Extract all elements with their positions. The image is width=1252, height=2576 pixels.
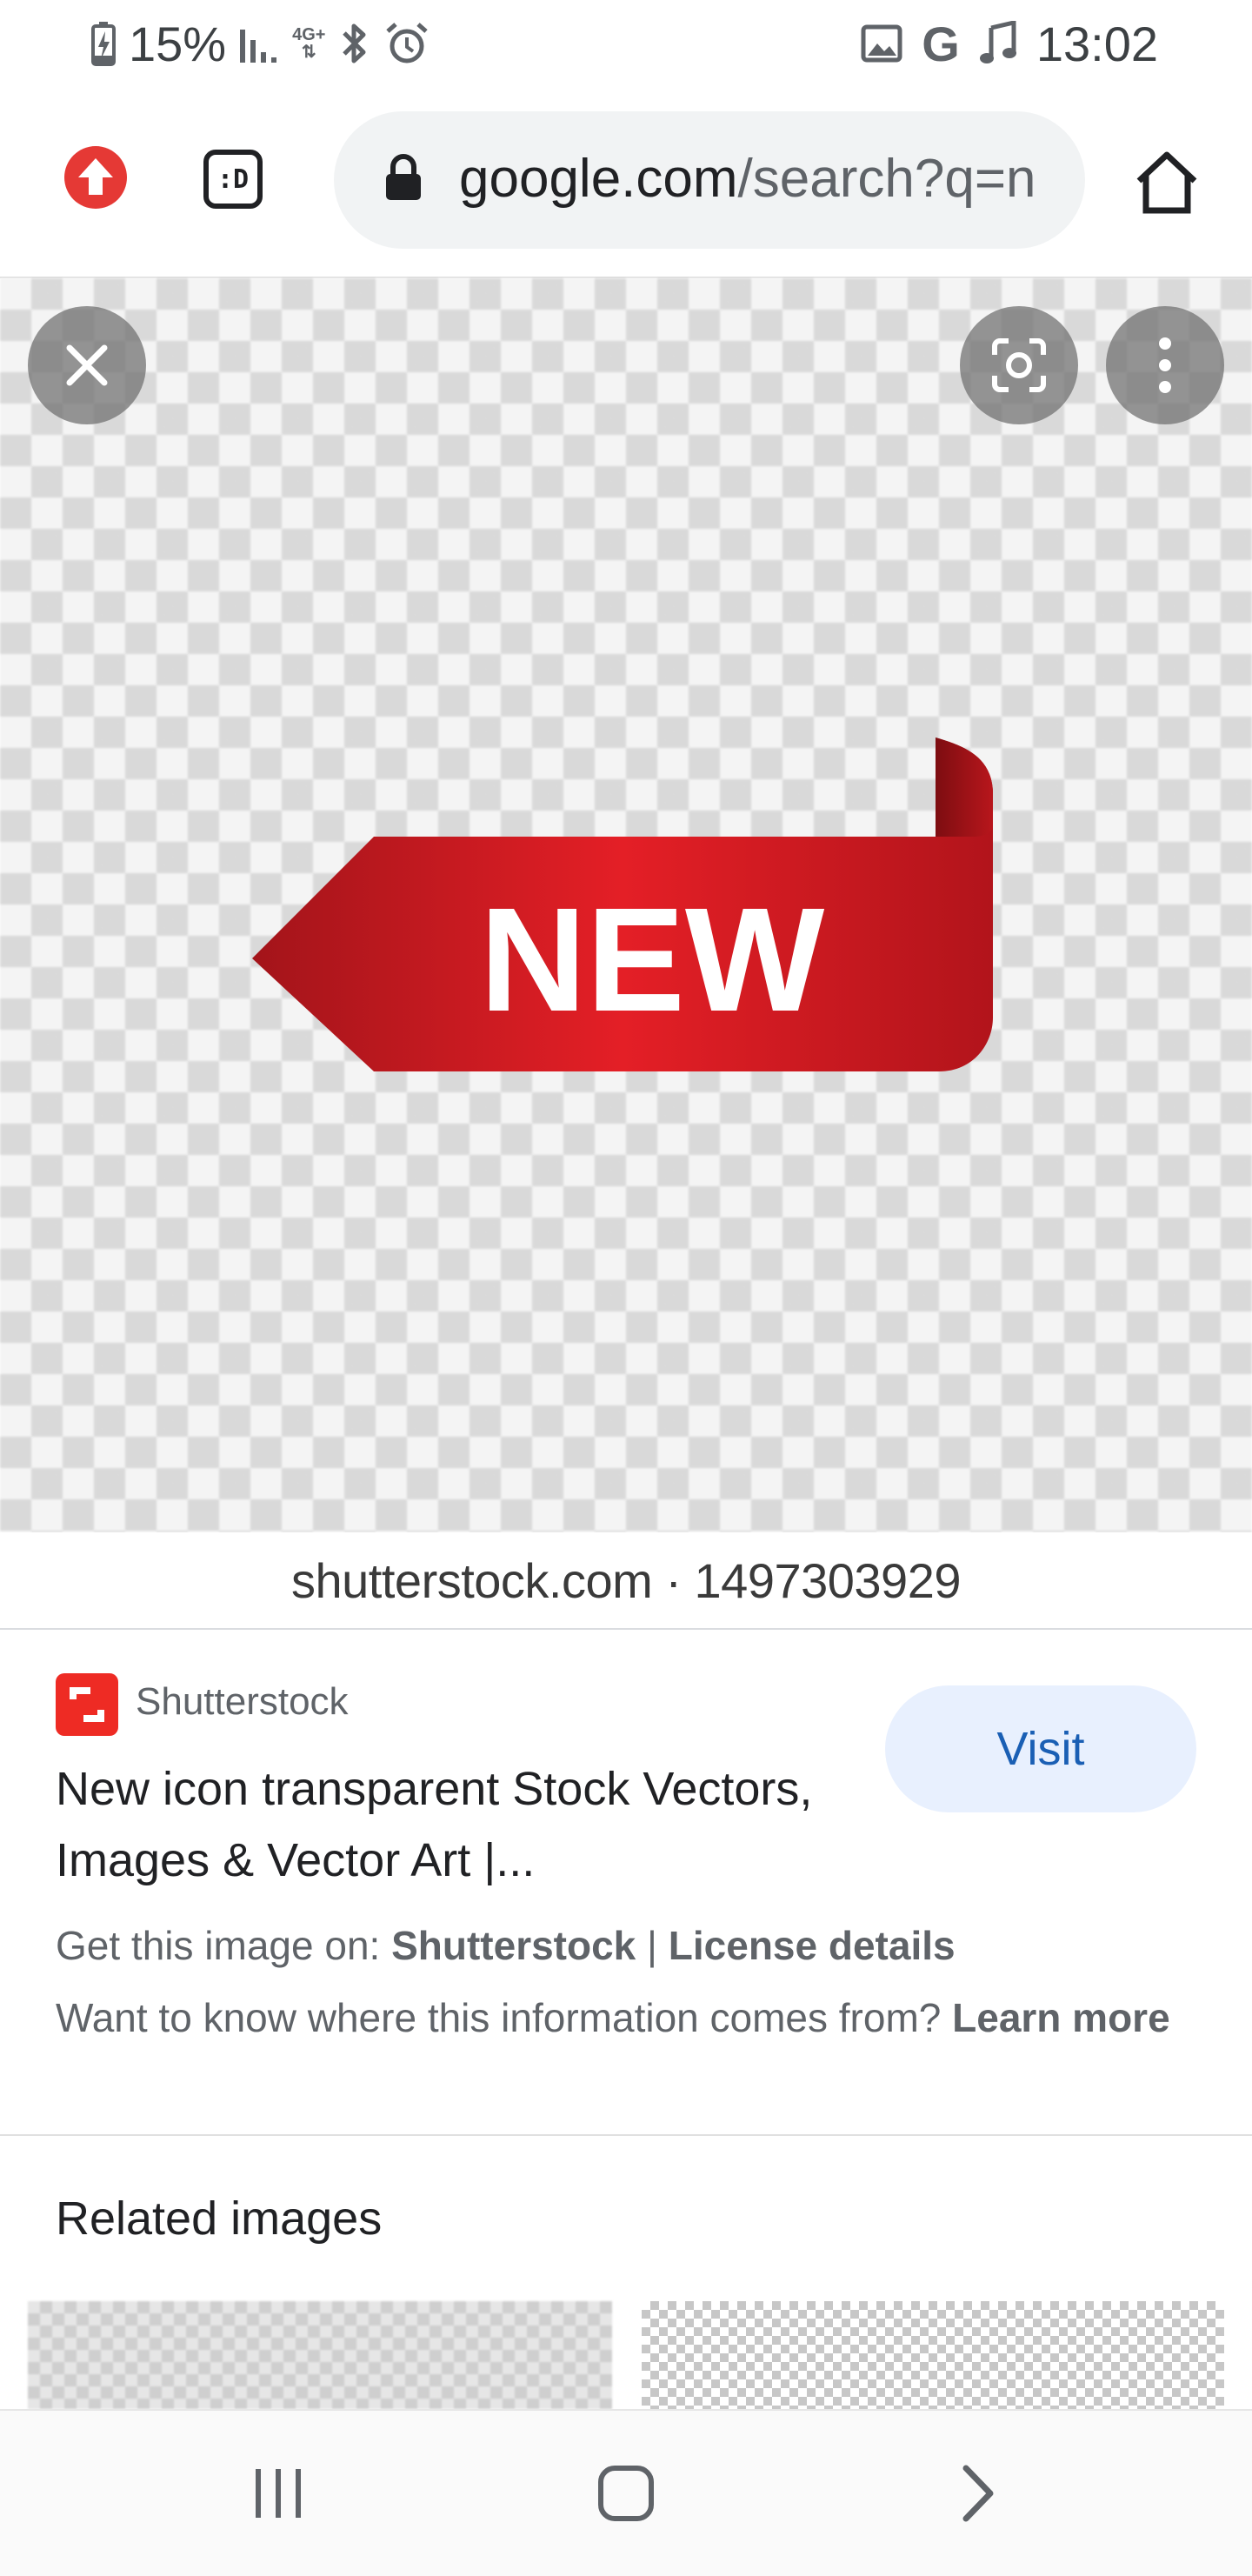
- music-note-icon: [979, 21, 1017, 66]
- result-info-panel: Shutterstock Visit New icon transparent …: [0, 1630, 1252, 2136]
- info-question: Want to know where this information come…: [56, 1995, 953, 2040]
- status-right: G 13:02: [861, 12, 1158, 75]
- url-text[interactable]: google.com/search?q=n: [459, 144, 1068, 214]
- status-left: 15% 4G+ ⇅: [90, 12, 430, 75]
- result-title[interactable]: New icon transparent Stock Vectors, Imag…: [56, 1753, 838, 1896]
- license-details-link[interactable]: License details: [669, 1923, 956, 1968]
- bluetooth-icon: [337, 21, 372, 66]
- separator: |: [636, 1923, 669, 1968]
- new-ribbon-image: NEW: [243, 731, 1009, 1078]
- signal-strength-icon: [238, 23, 280, 64]
- close-icon: [66, 344, 108, 386]
- more-options-button[interactable]: [1106, 306, 1224, 424]
- related-images-heading: Related images: [56, 2192, 383, 2245]
- url-host: google.com: [459, 149, 738, 209]
- status-bar: 15% 4G+ ⇅ G 13:02: [0, 0, 1252, 87]
- google-lens-icon: [992, 338, 1046, 392]
- network-type: 4G+ ⇅: [292, 26, 325, 61]
- more-vert-icon: [1159, 337, 1171, 393]
- tab-switcher-icon[interactable]: :D: [203, 150, 263, 209]
- system-nav-bar: [0, 2409, 1252, 2576]
- battery-percent: 15%: [129, 16, 227, 71]
- alarm-icon: [384, 21, 430, 66]
- home-icon[interactable]: [1132, 150, 1202, 216]
- ribbon-text: NEW: [480, 878, 825, 1043]
- home-nav-button[interactable]: [583, 2454, 669, 2533]
- address-bar[interactable]: google.com/search?q=n: [334, 111, 1085, 249]
- network-type-label: 4G+: [292, 25, 326, 44]
- source-name: Shutterstock: [136, 1680, 349, 1723]
- get-image-source-link[interactable]: Shutterstock: [391, 1923, 636, 1968]
- browser-toolbar: :D google.com/search?q=n: [0, 87, 1252, 278]
- google-g-icon: G: [922, 16, 960, 71]
- learn-more-link[interactable]: Learn more: [952, 1995, 1170, 2040]
- image-credit: shutterstock.com · 1497303929: [291, 1552, 961, 1608]
- recent-apps-button[interactable]: [235, 2454, 322, 2533]
- battery-charging-icon: [90, 21, 117, 66]
- forward-nav-button[interactable]: [934, 2454, 1021, 2533]
- related-image-thumbnail[interactable]: [642, 2301, 1224, 2409]
- visit-button[interactable]: Visit: [885, 1685, 1196, 1812]
- recent-apps-icon: [256, 2469, 301, 2518]
- get-image-prefix: Get this image on:: [56, 1923, 392, 1968]
- get-image-line: Get this image on: Shutterstock | Licens…: [56, 1922, 956, 1969]
- gallery-icon: [861, 24, 902, 63]
- home-square-icon: [598, 2466, 654, 2521]
- lock-icon: [384, 153, 423, 206]
- chevron-right-icon: [962, 2465, 994, 2522]
- image-credit-bar: shutterstock.com · 1497303929: [0, 1532, 1252, 1630]
- upload-icon[interactable]: [63, 144, 129, 210]
- shutterstock-logo-icon: [56, 1673, 118, 1736]
- close-button[interactable]: [28, 306, 146, 424]
- lens-button[interactable]: [960, 306, 1078, 424]
- data-arrows-icon: ⇅: [301, 43, 316, 62]
- url-path: /search?q=n: [737, 149, 1036, 209]
- clock-time: 13:02: [1036, 16, 1158, 71]
- info-source-line: Want to know where this information come…: [56, 1990, 1186, 2045]
- related-image-thumbnail[interactable]: [28, 2301, 612, 2409]
